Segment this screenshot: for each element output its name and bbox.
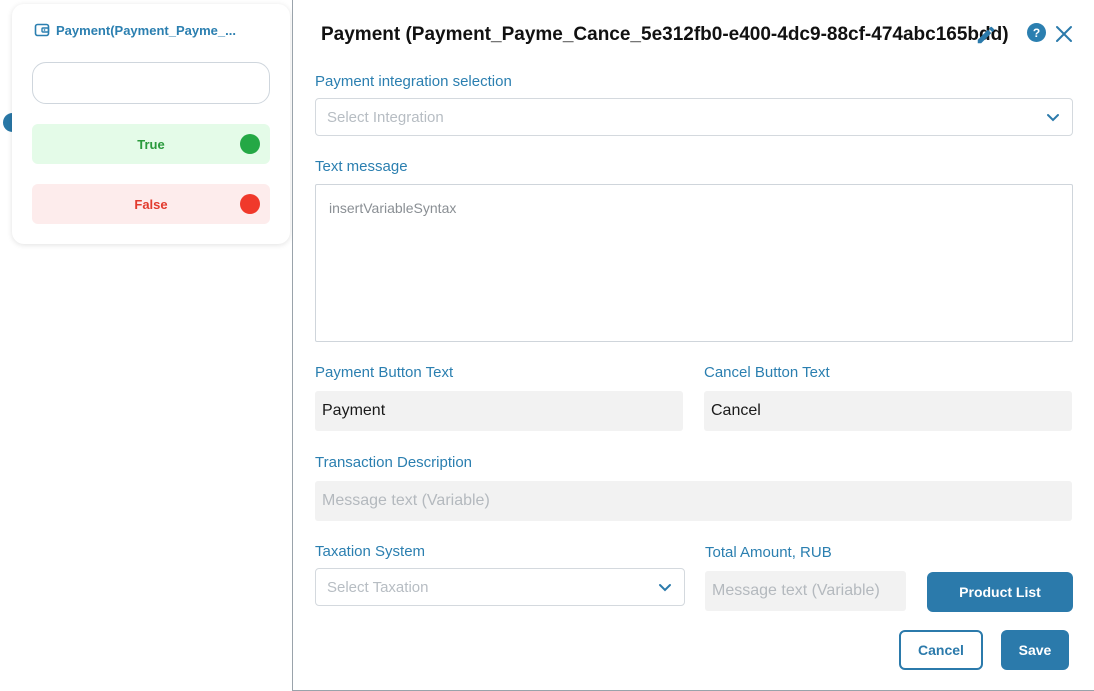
branch-false-handle[interactable] (240, 194, 260, 214)
payment-settings-modal: Payment (Payment_Payme_Cance_5e312fb0-e4… (292, 0, 1094, 691)
cancel-button-text-value: Cancel (711, 402, 761, 419)
integration-placeholder: Select Integration (327, 108, 444, 126)
product-list-button[interactable]: Product List (927, 572, 1073, 612)
close-icon[interactable] (1053, 23, 1075, 45)
pencil-icon[interactable] (975, 24, 997, 46)
wallet-icon (34, 22, 50, 38)
branch-false-label: False (134, 196, 168, 212)
taxation-system-label: Taxation System (315, 543, 426, 560)
branch-true-handle[interactable] (240, 134, 260, 154)
branch-false[interactable]: False (32, 184, 270, 224)
cancel-button-text-label: Cancel Button Text (704, 364, 830, 381)
branch-true[interactable]: True (32, 124, 270, 164)
node-title: Payment(Payment_Payme_... (56, 22, 236, 38)
taxation-placeholder: Select Taxation (327, 578, 429, 596)
save-button[interactable]: Save (1001, 630, 1069, 670)
modal-title: Payment (Payment_Payme_Cance_5e312fb0-e4… (321, 24, 1009, 45)
cancel-button[interactable]: Cancel (899, 630, 983, 670)
transaction-description-placeholder: Message text (Variable) (322, 492, 490, 509)
total-amount-placeholder: Message text (Variable) (712, 582, 880, 599)
text-message-value: insertVariableSyntax (329, 200, 457, 216)
help-icon[interactable]: ? (1027, 23, 1046, 42)
cancel-button-text-input[interactable]: Cancel (704, 391, 1072, 431)
chevron-down-icon (1046, 111, 1060, 123)
integration-select[interactable]: Select Integration (315, 98, 1073, 136)
transaction-description-label: Transaction Description (315, 454, 473, 471)
payment-node-card[interactable]: Payment(Payment_Payme_... True False (12, 4, 290, 244)
payment-button-text-label: Payment Button Text (315, 364, 454, 381)
payment-button-text-input[interactable]: Payment (315, 391, 683, 431)
total-amount-label: Total Amount, RUB (705, 544, 832, 561)
text-message-textarea[interactable]: insertVariableSyntax (315, 184, 1073, 342)
integration-label: Payment integration selection (315, 73, 512, 90)
chevron-down-icon (658, 581, 672, 593)
node-header: Payment(Payment_Payme_... (34, 22, 236, 38)
taxation-select[interactable]: Select Taxation (315, 568, 685, 606)
branch-true-label: True (137, 136, 165, 152)
node-message-preview[interactable] (32, 62, 270, 104)
transaction-description-input[interactable]: Message text (Variable) (315, 481, 1072, 521)
payment-button-text-value: Payment (322, 402, 386, 419)
text-message-label: Text message (315, 158, 408, 175)
total-amount-input[interactable]: Message text (Variable) (705, 571, 906, 611)
